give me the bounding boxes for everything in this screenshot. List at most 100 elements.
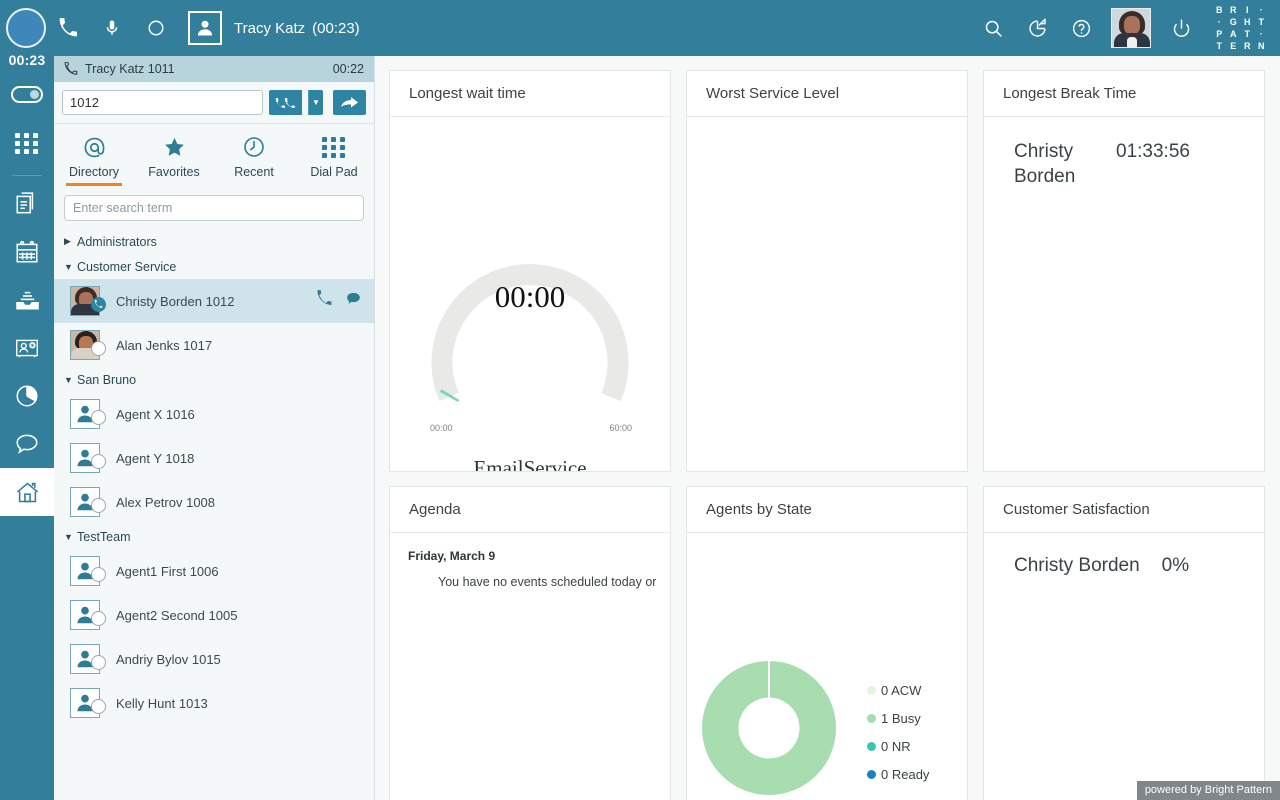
legend-item-busy: 1 Busy (867, 704, 929, 732)
power-icon[interactable] (1159, 0, 1203, 56)
sidebar-item-dial-pad[interactable] (0, 119, 54, 167)
list-item-actions (316, 290, 362, 312)
dial-row: ▼ (54, 82, 374, 124)
directory-search-wrapper (54, 189, 374, 229)
circle-icon[interactable] (134, 0, 178, 56)
status-badge (91, 611, 106, 626)
transfer-dropdown-caret[interactable]: ▼ (308, 90, 323, 115)
donut-legend: 0 ACW 1 Busy 0 NR 0 Ready (867, 676, 929, 788)
search-input[interactable] (64, 195, 364, 221)
brand-letter: P (1216, 28, 1223, 39)
calendar-icon (16, 240, 38, 263)
sidebar-item-home[interactable] (0, 468, 54, 516)
legend-item-nr: 0 NR (867, 732, 929, 760)
agenda-body-wrap: Friday, March 9 You have no events sched… (390, 533, 670, 800)
tab-active-underline (146, 183, 202, 186)
sidebar-item-inbox[interactable] (0, 276, 54, 324)
sidebar-item-cases[interactable] (0, 180, 54, 228)
status-badge (91, 655, 106, 670)
card-worst-service-level: Worst Service Level (686, 70, 968, 472)
brand-letter: T (1244, 28, 1251, 39)
directory-group-administrators[interactable]: ▶ Administrators (54, 229, 374, 254)
list-item[interactable]: Agent2 Second 1005 (54, 593, 374, 637)
list-item-label: Agent Y 1018 (116, 450, 195, 466)
card-title: Longest wait time (390, 71, 670, 117)
directory-group-san-bruno[interactable]: ▼ San Bruno (54, 367, 374, 392)
dial-input[interactable] (62, 90, 263, 115)
user-photo[interactable] (1111, 8, 1151, 48)
worst-service-level-body (687, 117, 967, 471)
person-icon[interactable] (188, 11, 222, 45)
list-item[interactable]: Andriy Bylov 1015 (54, 637, 374, 681)
active-call-title: Tracy Katz 1011 (85, 62, 175, 76)
share-chart-icon[interactable] (1015, 0, 1059, 56)
forward-arrow-icon[interactable] (333, 90, 366, 115)
chevron-down-icon: ▼ (64, 531, 73, 542)
tab-directory[interactable]: Directory (54, 132, 134, 189)
legend-label: 0 ACW (881, 682, 922, 698)
list-item-label: Kelly Hunt 1013 (116, 695, 208, 711)
list-item[interactable]: Agent Y 1018 (54, 436, 374, 480)
pie-chart-icon (16, 385, 38, 407)
sidebar-item-calendar[interactable] (0, 228, 54, 276)
legend-label: 0 Ready (881, 766, 930, 782)
legend-swatch (867, 769, 876, 779)
tab-label: Recent (234, 165, 274, 179)
chevron-down-icon: ▼ (64, 261, 73, 272)
home-icon (16, 481, 38, 502)
tab-recent[interactable]: Recent (214, 132, 294, 189)
tab-dial-pad[interactable]: Dial Pad (294, 132, 374, 189)
gauge-min-label: 00:00 (430, 423, 453, 433)
longest-break-body: Christy Borden 01:33:56 (984, 117, 1264, 471)
brand-letter: · (1259, 4, 1264, 15)
avatar (70, 556, 106, 586)
avatar (70, 688, 106, 718)
list-item[interactable]: Alan Jenks 1017 (54, 323, 374, 367)
directory-group-testteam[interactable]: ▼ TestTeam (54, 524, 374, 549)
brand-letter: H (1244, 16, 1251, 27)
tab-label: Favorites (148, 165, 200, 179)
status-badge (91, 699, 106, 714)
phone-icon[interactable] (46, 0, 90, 56)
search-icon[interactable] (971, 0, 1015, 56)
sidebar-item-reports[interactable] (0, 372, 54, 420)
list-item-label: Agent2 Second 1005 (116, 607, 238, 623)
sidebar-item-chat[interactable] (0, 420, 54, 468)
microphone-icon[interactable] (90, 0, 134, 56)
directory-group-customer-service[interactable]: ▼ Customer Service (54, 254, 374, 279)
csat-value: 0% (1161, 555, 1190, 576)
avatar[interactable] (6, 8, 46, 48)
list-item[interactable]: Alex Petrov 1008 (54, 480, 374, 524)
star-icon (162, 132, 187, 162)
tab-favorites[interactable]: Favorites (134, 132, 214, 189)
brand-letter: B (1216, 4, 1223, 15)
directory-tabs: Directory Favorites Recent Dial Pad (54, 124, 374, 189)
list-item[interactable]: Agent1 First 1006 (54, 549, 374, 593)
gauge-value: 00:00 (494, 279, 566, 314)
card-agents-by-state: Agents by State 0 ACW 1 Busy 0 NR 0 Read… (686, 486, 968, 800)
brand-letter: · (1259, 28, 1264, 39)
transfer-call-icon[interactable] (269, 90, 302, 115)
card-title: Longest Break Time (984, 71, 1264, 117)
toggle-switch-icon[interactable] (11, 86, 43, 103)
call-icon[interactable] (316, 290, 333, 312)
gauge-widget: 00:00 00:00 60:00 EmailService (390, 117, 670, 471)
donut-hole (738, 697, 800, 759)
header-agent-name-text: Tracy Katz (234, 19, 306, 37)
list-item[interactable]: Agent X 1016 (54, 392, 374, 436)
chat-icon[interactable] (345, 290, 362, 312)
card-agenda: Agenda Friday, March 9 You have no event… (389, 486, 671, 800)
avatar (70, 330, 106, 360)
list-item[interactable]: Christy Borden 1012 (54, 279, 374, 323)
chevron-down-icon: ▼ (64, 374, 73, 385)
sidebar-item-contacts[interactable]: @ (0, 324, 54, 372)
tab-active-underline (306, 183, 362, 186)
toggle-knob (30, 90, 39, 99)
list-item[interactable]: Kelly Hunt 1013 (54, 681, 374, 725)
contact-card-icon: @ (16, 339, 38, 358)
gauge-service-label: EmailService (473, 456, 587, 471)
left-navigation-rail: 00:23 @ (0, 52, 54, 800)
help-icon[interactable] (1059, 0, 1103, 56)
card-title: Agenda (390, 487, 670, 533)
directory-list[interactable]: ▶ Administrators ▼ Customer Service Chri… (54, 229, 374, 789)
